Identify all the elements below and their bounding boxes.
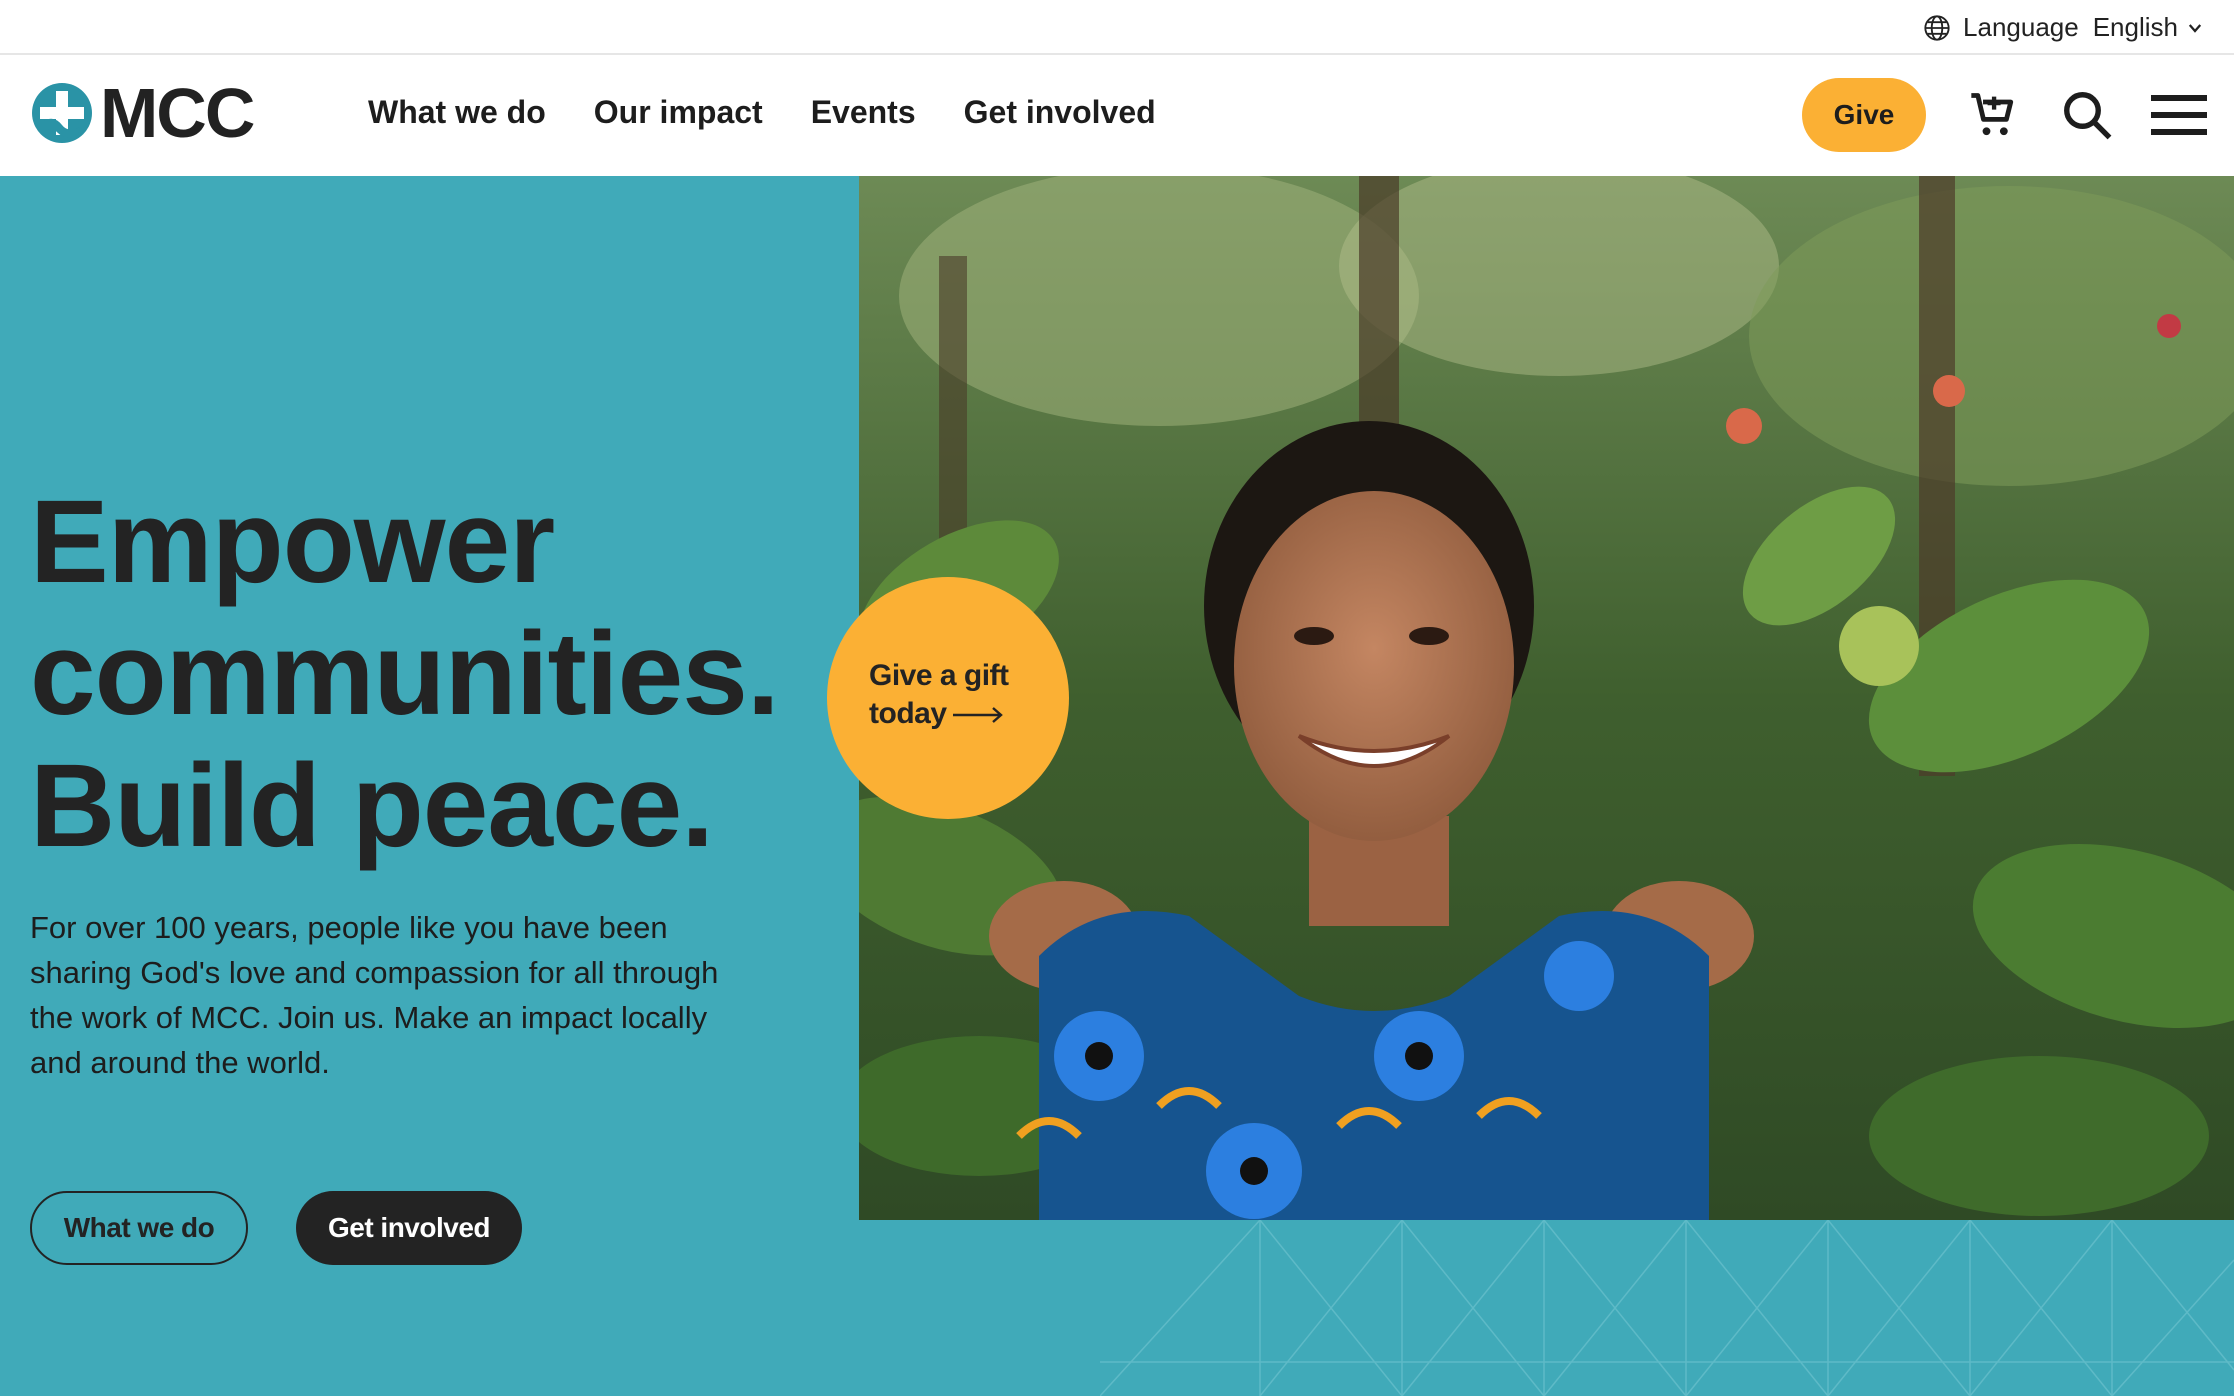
search-icon — [2064, 92, 2112, 140]
give-button[interactable]: Give — [1802, 78, 1926, 152]
menu-icon — [2151, 95, 2207, 135]
nav-link-events[interactable]: Events — [811, 94, 916, 131]
nav-link-our-impact[interactable]: Our impact — [594, 94, 763, 131]
headline-line-3: Build peace. — [30, 740, 714, 872]
language-label: Language — [1963, 12, 2079, 42]
headline-line-2: communities. — [30, 608, 780, 740]
logo-wordmark: MCC — [100, 74, 255, 152]
language-selector[interactable]: Language English — [1923, 12, 2204, 43]
gift-cta-text: Give a gift today — [869, 657, 1009, 733]
hero-headline: Empower communities. Build peace. — [30, 476, 830, 872]
nav-link-what-we-do[interactable]: What we do — [368, 94, 546, 131]
primary-nav: What we do Our impact Events Get involve… — [368, 94, 1156, 131]
gift-cta-line-1: Give a gift — [869, 659, 1009, 692]
hero-section: Empower communities. Build peace. For ov… — [0, 176, 2234, 1396]
cart-icon — [1971, 93, 2014, 136]
give-gift-today-button[interactable]: Give a gift today — [827, 577, 1069, 819]
cart-button[interactable] — [1964, 86, 2022, 144]
get-involved-button[interactable]: Get involved — [296, 1191, 522, 1265]
arrow-right-icon — [952, 707, 1003, 723]
utility-bar: Language English — [0, 0, 2234, 55]
headline-line-1: Empower — [30, 476, 555, 608]
logo-mark-icon — [32, 83, 92, 143]
menu-button[interactable] — [2150, 86, 2208, 144]
decorative-pattern — [1100, 1220, 2234, 1396]
what-we-do-button[interactable]: What we do — [30, 1191, 248, 1265]
globe-icon — [1924, 14, 1950, 41]
language-value[interactable]: English — [2093, 12, 2178, 43]
chevron-down-icon — [2188, 23, 2202, 33]
main-nav: MCC What we do Our impact Events Get inv… — [0, 56, 2234, 176]
gift-cta-line-2: today — [869, 697, 947, 730]
nav-link-get-involved[interactable]: Get involved — [964, 94, 1156, 131]
search-button[interactable] — [2058, 86, 2116, 144]
hero-intro-text: For over 100 years, people like you have… — [30, 910, 719, 1080]
mcc-logo[interactable]: MCC — [30, 74, 255, 152]
